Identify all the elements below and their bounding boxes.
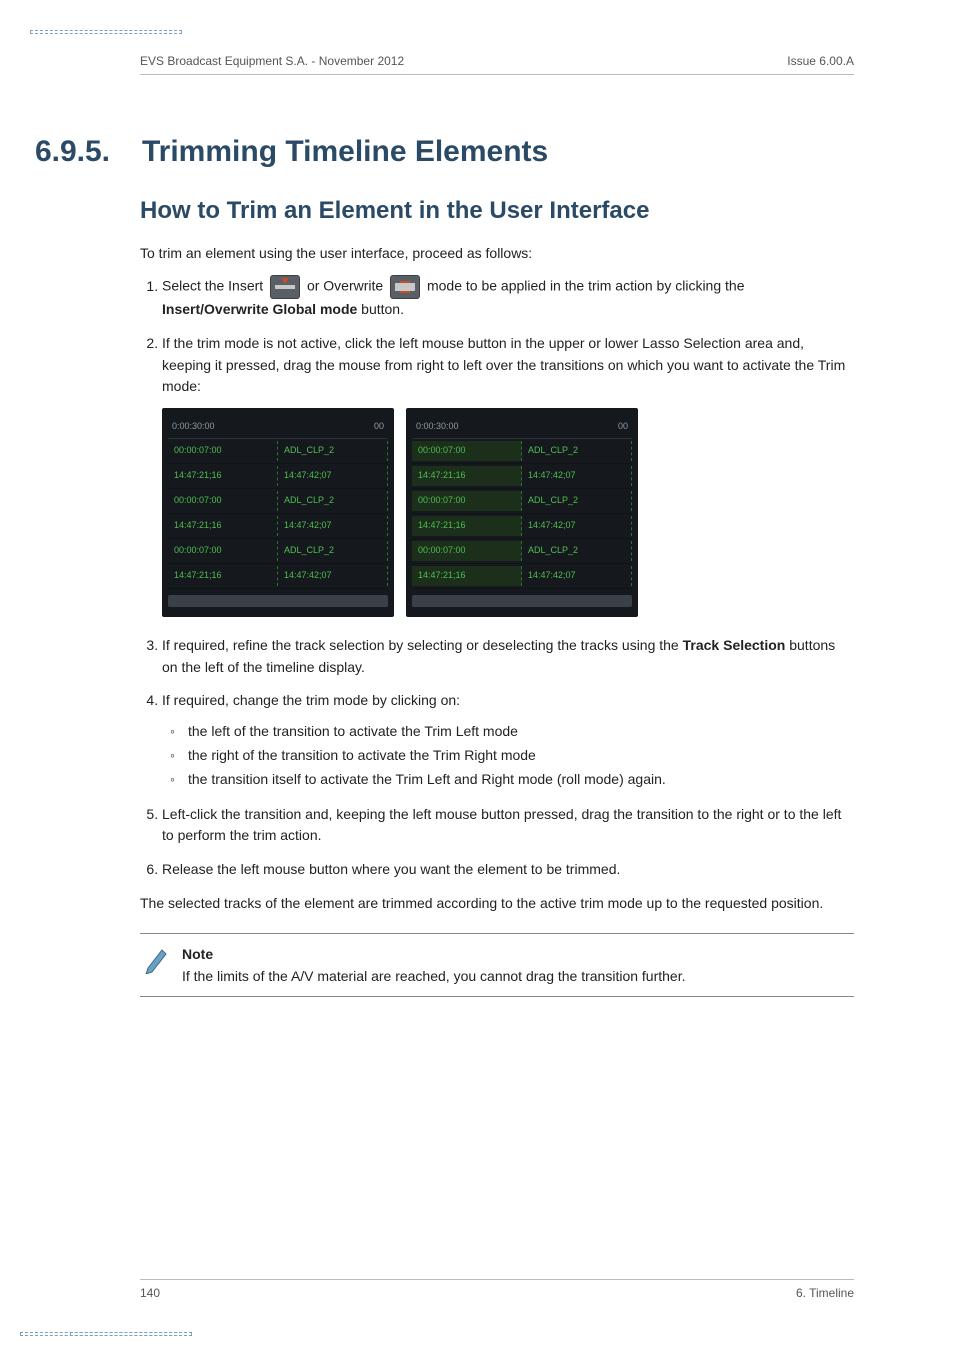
header-right: Issue 6.00.A [787, 54, 854, 68]
tl-label: 14:47:42;07 [522, 516, 632, 536]
list-item: the transition itself to activate the Tr… [188, 768, 854, 792]
step-1a: Select the Insert [162, 278, 267, 294]
tl-tc: 00:00:07:00 [168, 491, 278, 511]
ruler-left: 0:00:30:00 [172, 420, 215, 434]
ruler-right: 00 [618, 420, 628, 434]
ruler-left: 0:00:30:00 [416, 420, 459, 434]
tl-tc: 00:00:07:00 [168, 541, 278, 561]
page-header: EVS Broadcast Equipment S.A. - November … [140, 54, 854, 75]
table-row: 00:00:07:00ADL_CLP_2 [412, 439, 632, 464]
section-number: 6.9.5. [10, 135, 110, 169]
lasso-line-right-bottom [70, 1332, 192, 1336]
tl-label: 14:47:42;07 [278, 466, 388, 486]
tl-tc: 14:47:21;16 [168, 566, 278, 586]
lasso-line-left [30, 30, 182, 34]
note-text: If the limits of the A/V material are re… [182, 968, 686, 984]
step-1c: mode to be applied in the trim action by… [427, 278, 745, 294]
timeline-panel-right: 0:00:30:00 00 00:00:07:00ADL_CLP_2 14:47… [406, 408, 638, 617]
closing-text: The selected tracks of the element are t… [140, 893, 854, 913]
step-4-text: If required, change the trim mode by cli… [162, 692, 460, 708]
step-1b: or Overwrite [307, 278, 387, 294]
timeline-footer-bar [168, 595, 388, 607]
tl-tc: 14:47:21;16 [412, 466, 522, 486]
table-row: 00:00:07:00ADL_CLP_2 [168, 489, 388, 514]
step-1d: button. [357, 301, 404, 317]
step-6: Release the left mouse button where you … [162, 859, 854, 881]
note-label: Note [182, 944, 846, 964]
timeline-figure: 0:00:30:00 00 00:00:07:00ADL_CLP_2 14:47… [162, 408, 854, 617]
table-row: 00:00:07:00ADL_CLP_2 [168, 439, 388, 464]
tl-tc: 00:00:07:00 [412, 541, 522, 561]
step-2-text: If the trim mode is not active, click th… [162, 335, 845, 394]
table-row: 14:47:21;1614:47:42;07 [168, 564, 388, 589]
content-area: 6.9.5. Trimming Timeline Elements How to… [140, 75, 854, 997]
lasso-line-left-bottom [20, 1332, 192, 1336]
footer-chapter: 6. Timeline [796, 1286, 854, 1300]
step-5: Left-click the transition and, keeping t… [162, 804, 854, 847]
step-3a: If required, refine the track selection … [162, 637, 683, 653]
table-row: 14:47:21;1614:47:42;07 [168, 464, 388, 489]
ruler-right: 00 [374, 420, 384, 434]
tl-label: 14:47:42;07 [278, 516, 388, 536]
table-row: 14:47:21;1614:47:42;07 [412, 464, 632, 489]
timeline-ruler: 0:00:30:00 00 [412, 416, 632, 439]
tl-label: 14:47:42;07 [278, 566, 388, 586]
tl-tc: 00:00:07:00 [412, 441, 522, 461]
tl-tc: 00:00:07:00 [168, 441, 278, 461]
timeline-panel-left: 0:00:30:00 00 00:00:07:00ADL_CLP_2 14:47… [162, 408, 394, 617]
page-footer: 140 6. Timeline [140, 1279, 854, 1300]
step-1-bold: Insert/Overwrite Global mode [162, 301, 357, 317]
timeline-ruler: 0:00:30:00 00 [168, 416, 388, 439]
overwrite-mode-icon [390, 275, 420, 299]
step-4: If required, change the trim mode by cli… [162, 690, 854, 791]
footer-page-number: 140 [140, 1286, 160, 1300]
header-left: EVS Broadcast Equipment S.A. - November … [140, 54, 404, 68]
tl-label: ADL_CLP_2 [278, 491, 388, 511]
tl-label: ADL_CLP_2 [278, 441, 388, 461]
table-row: 00:00:07:00ADL_CLP_2 [412, 539, 632, 564]
tl-tc: 14:47:21;16 [412, 566, 522, 586]
tl-tc: 14:47:21;16 [168, 516, 278, 536]
intro-text: To trim an element using the user interf… [140, 243, 854, 263]
tl-label: ADL_CLP_2 [522, 491, 632, 511]
tl-label: ADL_CLP_2 [522, 441, 632, 461]
step-3-bold: Track Selection [683, 637, 786, 653]
step-1: Select the Insert or Overwrite mode to b… [162, 275, 854, 321]
step-3: If required, refine the track selection … [162, 635, 854, 678]
list-item: the left of the transition to activate t… [188, 720, 854, 744]
table-row: 00:00:07:00ADL_CLP_2 [412, 489, 632, 514]
tl-label: 14:47:42;07 [522, 466, 632, 486]
list-item: the right of the transition to activate … [188, 744, 854, 768]
note-box: Note If the limits of the A/V material a… [140, 933, 854, 998]
section-heading: 6.9.5. Trimming Timeline Elements [140, 135, 854, 169]
step-2: If the trim mode is not active, click th… [162, 333, 854, 617]
insert-mode-icon [270, 275, 300, 299]
subsection-title: How to Trim an Element in the User Inter… [140, 197, 854, 225]
note-pencil-icon [144, 946, 168, 974]
section-title: Trimming Timeline Elements [142, 135, 548, 169]
step-4-sublist: the left of the transition to activate t… [162, 720, 854, 791]
table-row: 00:00:07:00ADL_CLP_2 [168, 539, 388, 564]
tl-tc: 00:00:07:00 [412, 491, 522, 511]
tl-label: ADL_CLP_2 [522, 541, 632, 561]
table-row: 14:47:21;1614:47:42;07 [412, 514, 632, 539]
tl-label: 14:47:42;07 [522, 566, 632, 586]
tl-tc: 14:47:21;16 [412, 516, 522, 536]
timeline-footer-bar [412, 595, 632, 607]
table-row: 14:47:21;1614:47:42;07 [412, 564, 632, 589]
tl-label: ADL_CLP_2 [278, 541, 388, 561]
steps-list: Select the Insert or Overwrite mode to b… [140, 275, 854, 880]
table-row: 14:47:21;1614:47:42;07 [168, 514, 388, 539]
tl-tc: 14:47:21;16 [168, 466, 278, 486]
